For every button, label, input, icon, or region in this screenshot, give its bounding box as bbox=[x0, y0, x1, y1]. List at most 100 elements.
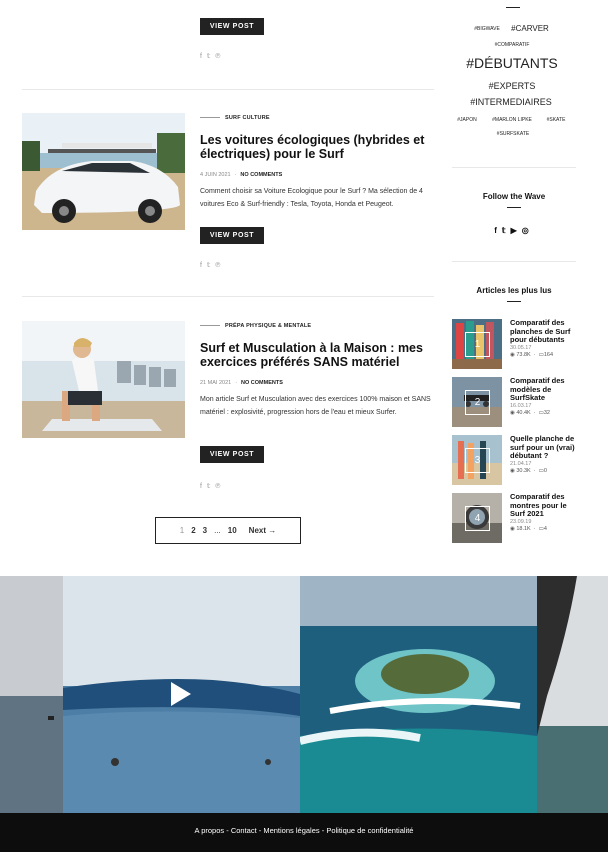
instagram-icon[interactable]: ◎ bbox=[522, 226, 534, 235]
popular-item[interactable]: 3 Quelle planche de surf pour un (vrai) … bbox=[452, 434, 576, 485]
instagram-photo-video[interactable] bbox=[63, 576, 300, 813]
post-comments-link[interactable]: NO COMMENTS bbox=[240, 172, 282, 178]
popular-item[interactable]: 2 Comparatif des modèles de SurfSkate 16… bbox=[452, 376, 576, 427]
view-post-button[interactable]: VIEW POST bbox=[200, 18, 264, 35]
popular-date: 23.09.19 bbox=[510, 519, 532, 525]
post-date: 4 JUIN 2021 bbox=[200, 172, 231, 178]
eye-icon: ◉ bbox=[510, 352, 515, 358]
play-icon[interactable] bbox=[171, 682, 191, 706]
twitter-icon[interactable]: 𝕥 bbox=[207, 53, 215, 60]
instagram-photo[interactable] bbox=[299, 576, 537, 813]
rank-number: 4 bbox=[465, 506, 490, 531]
post-title[interactable]: Les voitures écologiques (hybrides et él… bbox=[200, 133, 434, 161]
view-post-button[interactable]: VIEW POST bbox=[200, 227, 264, 244]
tag-link[interactable]: #BIGWAVE bbox=[474, 26, 500, 32]
popular-thumbnail[interactable]: 2 bbox=[452, 377, 502, 427]
pagination: 1 2 3 ... 10 Next → bbox=[155, 517, 301, 544]
post-comments-link[interactable]: NO COMMENTS bbox=[241, 380, 283, 386]
tag-link[interactable]: #COMPARATIF bbox=[495, 42, 530, 48]
popular-title[interactable]: Quelle planche de surf pour un (vrai) dé… bbox=[510, 434, 576, 461]
tag-link[interactable]: #SKATE bbox=[547, 117, 566, 123]
social-icons: f𝕥▶◎ bbox=[452, 226, 576, 235]
sidebar-divider bbox=[452, 261, 576, 262]
page-link[interactable]: 2 bbox=[191, 526, 195, 535]
facebook-icon[interactable]: f bbox=[494, 226, 502, 235]
footer-link-legal[interactable]: Mentions légales bbox=[263, 826, 319, 835]
arrow-right-icon: → bbox=[268, 526, 277, 535]
eye-icon: ◉ bbox=[510, 526, 515, 532]
popular-stats: ◉ 40.4K · ▭32 bbox=[510, 410, 550, 416]
popular-date: 16.03.17 bbox=[510, 403, 532, 409]
pinterest-icon[interactable]: ℗ bbox=[215, 53, 225, 60]
post-divider bbox=[22, 296, 434, 297]
instagram-photo[interactable] bbox=[537, 576, 608, 813]
rank-number: 2 bbox=[465, 390, 490, 415]
comment-count: 164 bbox=[543, 352, 554, 358]
post-meta: 21 MAI 2021 · NO COMMENTS bbox=[200, 380, 283, 386]
youtube-icon[interactable]: ▶ bbox=[511, 226, 522, 235]
popular-stats: ◉ 18.1K · ▭4 bbox=[510, 526, 547, 532]
post-category[interactable]: SURF CULTURE bbox=[200, 115, 270, 121]
footer-link-about[interactable]: A propos bbox=[195, 826, 225, 835]
tag-link[interactable]: #CARVER bbox=[511, 24, 549, 33]
page-link[interactable]: 3 bbox=[203, 526, 207, 535]
post-category[interactable]: PRÉPA PHYSIQUE & MENTALE bbox=[200, 323, 311, 329]
popular-thumbnail[interactable]: 4 bbox=[452, 493, 502, 543]
post-title[interactable]: Surf et Musculation à la Maison : mes ex… bbox=[200, 341, 434, 369]
post-meta: 4 JUIN 2021 · NO COMMENTS bbox=[200, 172, 283, 178]
popular-stats: ◉ 30.3K · ▭0 bbox=[510, 468, 547, 474]
page-link[interactable]: 1 bbox=[180, 526, 184, 535]
next-page-button[interactable]: Next → bbox=[249, 526, 277, 535]
share-icons: f𝕥℗ bbox=[200, 482, 225, 490]
page-ellipsis: ... bbox=[214, 526, 221, 535]
eye-icon: ◉ bbox=[510, 468, 515, 474]
rank-number: 1 bbox=[465, 332, 490, 357]
twitter-icon[interactable]: 𝕥 bbox=[207, 483, 215, 490]
tag-link[interactable]: #JAPON bbox=[457, 117, 476, 123]
sidebar-divider bbox=[452, 167, 576, 168]
view-count: 40.4K bbox=[516, 410, 531, 416]
twitter-icon[interactable]: 𝕥 bbox=[207, 262, 215, 269]
popular-title[interactable]: Comparatif des planches de Surf pour déb… bbox=[510, 318, 576, 345]
instagram-photo[interactable] bbox=[0, 576, 63, 813]
popular-thumbnail[interactable]: 3 bbox=[452, 435, 502, 485]
next-label: Next bbox=[248, 526, 267, 535]
popular-date: 30.05.17 bbox=[510, 345, 532, 351]
view-post-button[interactable]: VIEW POST bbox=[200, 446, 264, 463]
pinterest-icon[interactable]: ℗ bbox=[215, 262, 225, 269]
site-footer: A propos - Contact - Mentions légales - … bbox=[0, 813, 608, 852]
post-date: 21 MAI 2021 bbox=[200, 380, 232, 386]
comment-count: 32 bbox=[543, 410, 550, 416]
footer-separator: - bbox=[224, 826, 231, 835]
footer-link-privacy[interactable]: Politique de confidentialité bbox=[326, 826, 413, 835]
share-icons: f𝕥℗ bbox=[200, 261, 225, 269]
facebook-icon[interactable]: f bbox=[200, 53, 207, 60]
facebook-icon[interactable]: f bbox=[200, 483, 207, 490]
tag-link[interactable]: #SURFSKATE bbox=[497, 131, 529, 137]
popular-title[interactable]: Comparatif des montres pour le Surf 2021 bbox=[510, 492, 576, 519]
post-thumbnail-tesla[interactable] bbox=[22, 113, 185, 230]
popular-thumbnail[interactable]: 1 bbox=[452, 319, 502, 369]
pinterest-icon[interactable]: ℗ bbox=[215, 483, 225, 490]
view-count: 73.8K bbox=[516, 352, 531, 358]
facebook-icon[interactable]: f bbox=[200, 262, 207, 269]
tag-link[interactable]: #MARLON LIPKE bbox=[492, 117, 532, 123]
view-count: 18.1K bbox=[516, 526, 531, 532]
popular-stats: ◉ 73.8K · ▭164 bbox=[510, 352, 554, 358]
eye-icon: ◉ bbox=[510, 410, 515, 416]
popular-widget-title: Articles les plus lus bbox=[452, 286, 576, 302]
twitter-icon[interactable]: 𝕥 bbox=[502, 226, 511, 235]
post-excerpt: Comment choisir sa Voiture Ecologique po… bbox=[200, 188, 423, 208]
post-thumbnail-workout[interactable] bbox=[22, 321, 185, 438]
page-link[interactable]: 10 bbox=[228, 526, 237, 535]
popular-title[interactable]: Comparatif des modèles de SurfSkate bbox=[510, 376, 576, 403]
footer-link-contact[interactable]: Contact bbox=[231, 826, 257, 835]
instagram-feed bbox=[0, 576, 608, 813]
tag-link[interactable]: #DÉBUTANTS bbox=[466, 55, 558, 71]
popular-item[interactable]: 1 Comparatif des planches de Surf pour d… bbox=[452, 318, 576, 369]
popular-item[interactable]: 4 Comparatif des montres pour le Surf 20… bbox=[452, 492, 576, 543]
view-count: 30.3K bbox=[516, 468, 531, 474]
rank-number: 3 bbox=[465, 448, 490, 473]
tag-link[interactable]: #INTERMEDIAIRES bbox=[470, 97, 552, 107]
tag-link[interactable]: #EXPERTS bbox=[489, 81, 536, 91]
